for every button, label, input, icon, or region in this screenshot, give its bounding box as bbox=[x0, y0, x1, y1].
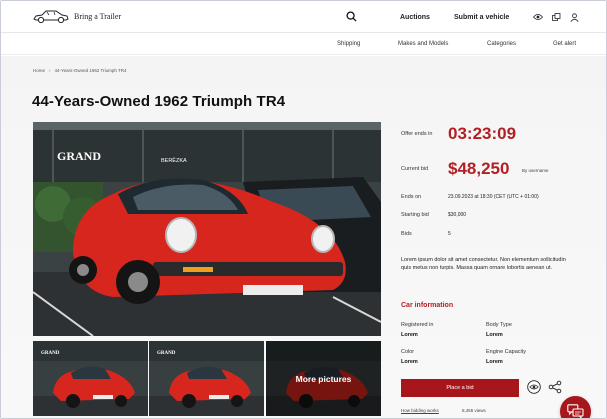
bidder-username[interactable]: By username bbox=[522, 168, 549, 173]
bids-label: Bids bbox=[401, 231, 412, 237]
listing-content: Home › 44-Years-Owned 1962 Triumph TR4 4… bbox=[1, 56, 606, 418]
more-pictures-label: More pictures bbox=[295, 373, 352, 384]
color-label: Color bbox=[401, 349, 415, 355]
sign-text-2: BERĚZKA bbox=[161, 156, 187, 164]
car-thumbnail-2[interactable]: GRAND bbox=[149, 341, 264, 416]
registered-in-label: Registered in bbox=[401, 322, 434, 328]
main-car-photo[interactable]: GRAND BERĚZKA bbox=[33, 122, 381, 336]
svg-text:GRAND: GRAND bbox=[41, 351, 60, 356]
breadcrumb: Home › 44-Years-Owned 1962 Triumph TR4 bbox=[33, 68, 127, 73]
body-type-label: Body Type bbox=[486, 322, 512, 328]
subnav-makes-models[interactable]: Makes and Models bbox=[398, 41, 448, 47]
page-frame: Bring a Trailer Auctions Submit a vehicl… bbox=[0, 0, 607, 419]
secondary-nav: Shipping Makes and Models Categories Get… bbox=[1, 33, 606, 55]
starting-bid-label: Starting bid bbox=[401, 212, 429, 218]
body-type-value: Lorem bbox=[486, 332, 503, 338]
current-bid-label: Current bid bbox=[401, 166, 429, 172]
breadcrumb-separator-icon: › bbox=[49, 68, 51, 73]
top-header: Bring a Trailer Auctions Submit a vehicl… bbox=[1, 1, 606, 33]
place-bid-button[interactable]: Place a bid bbox=[401, 379, 519, 397]
bids-count: 5 bbox=[448, 231, 451, 237]
listing-description: Lorem ipsum dolor sit amet consectetur. … bbox=[401, 257, 566, 271]
subnav-categories[interactable]: Categories bbox=[487, 41, 516, 47]
nav-submit-vehicle-link[interactable]: Submit a vehicle bbox=[454, 14, 509, 21]
chat-button[interactable] bbox=[560, 396, 591, 418]
breadcrumb-current: 44-Years-Owned 1962 Triumph TR4 bbox=[54, 68, 127, 73]
how-bidding-works-link[interactable]: How bidding works bbox=[401, 408, 439, 413]
share-icon[interactable] bbox=[548, 380, 562, 394]
sign-text: GRAND bbox=[57, 149, 101, 163]
offer-ends-label: Offer ends in bbox=[401, 131, 433, 137]
eye-icon[interactable] bbox=[533, 13, 543, 21]
site-logo[interactable]: Bring a Trailer bbox=[32, 7, 121, 25]
view-count: 8,455 views bbox=[462, 408, 486, 413]
ends-on-label: Ends on bbox=[401, 194, 422, 200]
engine-capacity-value: Lorem bbox=[486, 359, 503, 365]
nav-auctions-link[interactable]: Auctions bbox=[400, 14, 430, 21]
registered-in-value: Lorem bbox=[401, 332, 418, 338]
breadcrumb-home[interactable]: Home bbox=[33, 68, 45, 73]
color-value: Lorem bbox=[401, 359, 418, 365]
thumbnail-image: GRAND bbox=[33, 341, 148, 416]
copy-icon[interactable] bbox=[552, 13, 561, 22]
watch-eye-icon[interactable] bbox=[527, 380, 541, 394]
logo-text: Bring a Trailer bbox=[74, 11, 122, 21]
current-bid-value: $48,250 bbox=[448, 159, 510, 178]
ends-on-value: 23.09.2023 at 18:30 (CET (UTC + 01:00) bbox=[448, 194, 539, 200]
starting-bid-value: $30,000 bbox=[448, 212, 467, 218]
engine-capacity-label: Engine Capacity bbox=[486, 349, 527, 355]
countdown-timer: 03:23:09 bbox=[448, 124, 517, 143]
page-title: 44-Years-Owned 1962 Triumph TR4 bbox=[32, 93, 286, 110]
thumbnail-image: GRAND bbox=[149, 341, 264, 416]
subnav-get-alert[interactable]: Get alert bbox=[553, 41, 576, 47]
svg-text:GRAND: GRAND bbox=[157, 351, 176, 356]
user-icon[interactable] bbox=[570, 13, 579, 22]
car-thumbnail-1[interactable]: GRAND bbox=[33, 341, 148, 416]
search-icon[interactable] bbox=[346, 11, 357, 22]
car-photo-image: GRAND BERĚZKA bbox=[33, 122, 381, 336]
car-information-heading: Car information bbox=[401, 302, 454, 309]
car-logo-icon bbox=[33, 10, 69, 24]
car-thumbnail-more[interactable]: More pictures bbox=[266, 341, 381, 416]
chat-bubbles-icon bbox=[567, 404, 584, 418]
more-pictures-overlay[interactable]: More pictures bbox=[266, 341, 381, 416]
subnav-shipping[interactable]: Shipping bbox=[337, 41, 360, 47]
